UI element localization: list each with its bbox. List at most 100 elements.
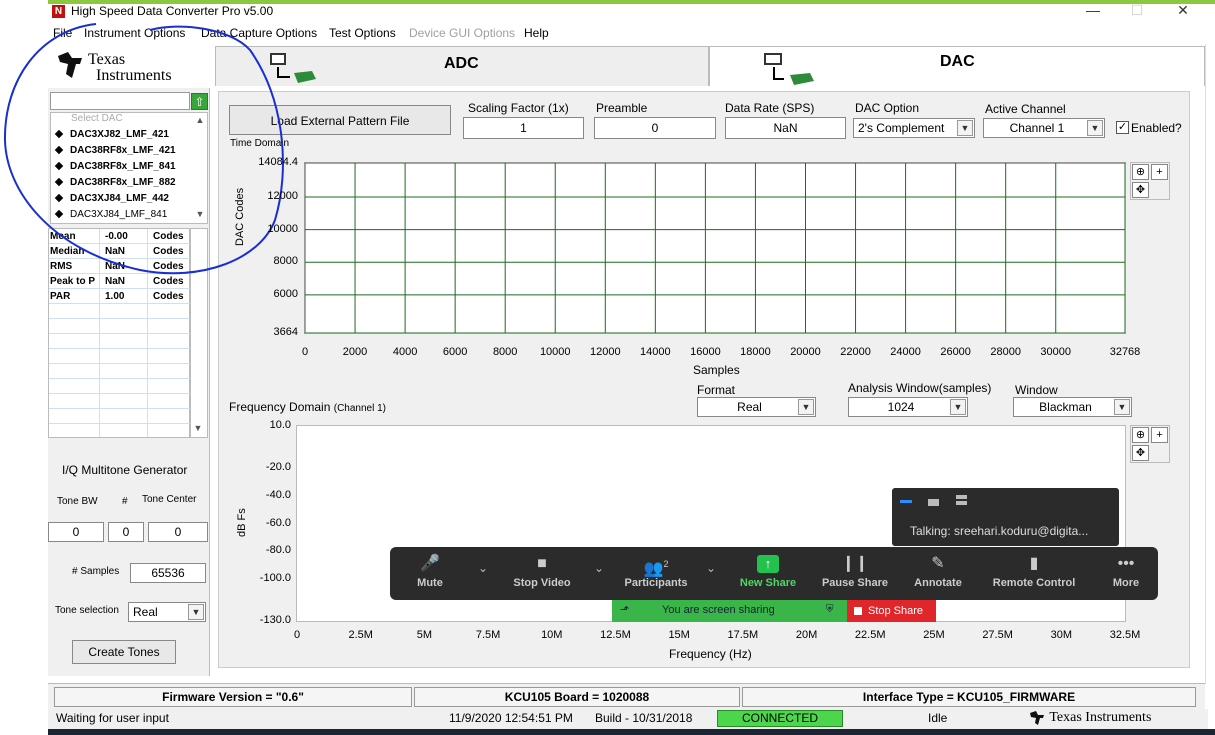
dac-list-item[interactable]: DAC38RF8x_LMF_421	[54, 145, 176, 156]
pan-hand-icon[interactable]: ✥	[1132, 182, 1149, 198]
frequency-domain-tools: ⊕ + ✥	[1130, 425, 1170, 463]
participants-glyph: 👥	[643, 560, 664, 578]
analysis-window-select[interactable]: 1024 ▼	[848, 397, 968, 417]
tab-adc[interactable]: ADC	[215, 46, 709, 86]
stop-share-button[interactable]: Stop Share	[847, 600, 936, 622]
window-label: Window	[1015, 383, 1058, 397]
minimize-button[interactable]: —	[1078, 2, 1108, 20]
scroll-down-icon[interactable]: ▼	[191, 423, 205, 433]
participants-count: 2	[663, 559, 669, 569]
stats-row: PAR 1.00 Codes	[49, 289, 191, 304]
scaling-field[interactable]: 1	[463, 117, 584, 139]
format-select[interactable]: Real ▼	[697, 397, 816, 417]
new-share-button[interactable]: ↑ New Share	[736, 551, 800, 589]
frequency-domain-title: Frequency Domain (Channel 1)	[229, 400, 386, 414]
crosshair-icon[interactable]: +	[1151, 427, 1168, 443]
samples-label: # Samples	[72, 566, 120, 577]
minimize-icon[interactable]	[900, 500, 912, 503]
enabled-checkbox[interactable]: ✓	[1116, 121, 1129, 134]
annotate-button[interactable]: ✎ Annotate	[910, 551, 966, 589]
chevron-down-icon: ▼	[1087, 120, 1103, 136]
dac-list-item[interactable]: DAC38RF8x_LMF_882	[54, 177, 176, 188]
dac-search-input[interactable]	[50, 92, 190, 110]
chevron-up-icon[interactable]: ⌄	[478, 561, 488, 575]
stats-unit: Codes	[153, 231, 184, 242]
create-tones-button[interactable]: Create Tones	[72, 640, 176, 664]
active-channel-select[interactable]: Channel 1 ▼	[983, 118, 1105, 138]
preamble-label: Preamble	[596, 101, 648, 115]
bullet-icon	[54, 146, 64, 155]
dac-list-item[interactable]: DAC3XJ84_LMF_841	[54, 209, 168, 220]
dac-option-select[interactable]: 2's Complement ▼	[853, 118, 975, 138]
board-info: KCU105 Board = 1020088	[414, 687, 740, 707]
tone-center-field[interactable]: 0	[148, 522, 208, 542]
frequency-domain-subtitle: (Channel 1)	[333, 403, 386, 414]
window-select[interactable]: Blackman ▼	[1013, 397, 1132, 417]
chevron-up-icon[interactable]: ⌄	[706, 561, 716, 575]
share-icon: ↑	[736, 551, 800, 577]
time-y-tick: 6000	[273, 287, 298, 300]
participants-button[interactable]: 👥2 Participants	[622, 551, 690, 589]
menu-file[interactable]: File	[53, 26, 72, 40]
dac-item-label: DAC3XJ82_LMF_421	[70, 129, 169, 140]
ti-state-icon	[58, 52, 82, 78]
stats-scrollbar[interactable]: ▼	[190, 228, 208, 438]
menu-data-capture-options[interactable]: Data Capture Options	[201, 26, 317, 40]
window-title: High Speed Data Converter Pro v5.00	[71, 4, 274, 18]
load-pattern-button[interactable]: Load External Pattern File	[229, 105, 451, 135]
microphone-icon: 🎤	[420, 555, 440, 572]
stop-video-button[interactable]: ■ Stop Video	[510, 551, 574, 589]
remote-control-button[interactable]: ▮ Remote Control	[990, 551, 1078, 589]
view-icon[interactable]	[928, 499, 939, 506]
time-domain-plot[interactable]	[304, 162, 1126, 334]
tone-count-field[interactable]: 0	[108, 522, 144, 542]
stats-name: Peak to P	[50, 276, 96, 287]
zoom-icon[interactable]: ⊕	[1132, 164, 1149, 180]
dac-list-item[interactable]: DAC38RF8x_LMF_841	[54, 161, 176, 172]
scroll-up-icon[interactable]: ▲	[193, 115, 207, 125]
dac-item-label: DAC3XJ84_LMF_442	[70, 193, 169, 204]
mute-button[interactable]: 🎤 Mute	[410, 551, 450, 589]
dac-item-label: DAC38RF8x_LMF_841	[70, 161, 176, 172]
dac-list[interactable]: Select DAC DAC3XJ82_LMF_421 DAC38RF8x_LM…	[50, 112, 208, 224]
menu-device-gui-options[interactable]: Device GUI Options	[409, 26, 515, 40]
more-button[interactable]: ••• More	[1106, 551, 1146, 589]
pause-share-button[interactable]: ❙❙ Pause Share	[820, 551, 890, 589]
multitone-title: I/Q Multitone Generator	[62, 463, 188, 477]
checkmark-icon: ✓	[1117, 121, 1128, 133]
maximize-button[interactable]: ☐	[1122, 2, 1152, 20]
bullet-icon	[54, 194, 64, 203]
scroll-down-icon[interactable]: ▼	[193, 209, 207, 219]
menu-bar: File Instrument Options Data Capture Opt…	[48, 24, 1215, 44]
tone-bw-field[interactable]: 0	[48, 522, 104, 542]
dac-list-item[interactable]: DAC3XJ84_LMF_442	[54, 193, 169, 204]
load-dac-button[interactable]: ⇧	[191, 93, 208, 110]
close-button[interactable]: ✕	[1168, 2, 1198, 20]
data-rate-field[interactable]: NaN	[725, 117, 846, 139]
bullet-icon	[54, 178, 64, 187]
stats-name: Mean	[50, 231, 76, 242]
stats-row	[49, 379, 191, 394]
window-value: Blackman	[1039, 400, 1092, 414]
dac-list-item[interactable]: DAC3XJ82_LMF_421	[54, 129, 169, 140]
tone-selection-select[interactable]: Real ▼	[128, 602, 206, 622]
tab-dac[interactable]: DAC	[709, 46, 1205, 86]
chevron-down-icon: ▼	[957, 120, 973, 136]
menu-instrument-options[interactable]: Instrument Options	[84, 26, 185, 40]
samples-field[interactable]: 65536	[130, 563, 206, 583]
stacked-view-icon[interactable]	[956, 495, 967, 499]
chevron-down-icon: ▼	[950, 399, 966, 415]
chevron-up-icon[interactable]: ⌄	[594, 561, 604, 575]
annotate-label: Annotate	[914, 577, 962, 589]
menu-help[interactable]: Help	[524, 26, 549, 40]
screen-sharing-bar[interactable]: ⬏ You are screen sharing ⛨	[612, 600, 847, 622]
crosshair-icon[interactable]: +	[1151, 164, 1168, 180]
dac-item-label: DAC3XJ84_LMF_841	[70, 209, 168, 220]
zoom-icon[interactable]: ⊕	[1132, 427, 1149, 443]
chevron-down-icon: ▼	[798, 399, 814, 415]
menu-test-options[interactable]: Test Options	[329, 26, 396, 40]
preamble-field[interactable]: 0	[594, 117, 716, 139]
ti-logo: Texas Instruments	[52, 48, 212, 88]
pan-hand-icon[interactable]: ✥	[1132, 445, 1149, 461]
freq-x-tick: 17.5M	[727, 629, 759, 641]
